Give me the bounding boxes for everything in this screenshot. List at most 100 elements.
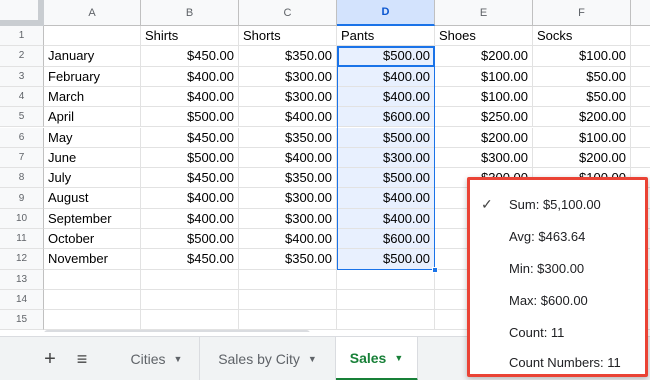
column-header-c[interactable]: C	[239, 0, 337, 26]
row-header-11[interactable]: 11	[0, 229, 44, 250]
table-cell[interactable]	[631, 148, 650, 169]
table-cell[interactable]: $500.00	[141, 147, 239, 169]
table-cell[interactable]: $300.00	[239, 208, 337, 229]
table-cell[interactable]	[631, 128, 650, 148]
table-cell[interactable]	[239, 289, 337, 311]
column-header-a[interactable]: A	[44, 0, 141, 26]
table-cell[interactable]	[631, 46, 650, 67]
table-cell[interactable]: February	[44, 66, 141, 87]
table-cell[interactable]: $400.00	[337, 208, 435, 229]
row-header-2[interactable]: 2	[0, 46, 44, 67]
table-cell[interactable]: $100.00	[533, 127, 631, 148]
menu-item-avg[interactable]: Avg: $463.64	[470, 221, 645, 251]
table-cell[interactable]	[337, 289, 435, 311]
table-cell[interactable]	[337, 310, 435, 331]
all-sheets-button[interactable]: ≡	[70, 347, 94, 371]
table-cell[interactable]: $500.00	[337, 46, 435, 67]
table-cell[interactable]: $400.00	[141, 208, 239, 229]
table-cell[interactable]: $50.00	[533, 66, 631, 87]
table-cell[interactable]: $400.00	[141, 66, 239, 87]
table-cell[interactable]: November	[44, 249, 141, 270]
table-cell[interactable]: $200.00	[533, 107, 631, 128]
table-cell[interactable]: $300.00	[239, 86, 337, 108]
row-header-7[interactable]: 7	[0, 147, 44, 169]
table-cell[interactable]: $600.00	[337, 107, 435, 128]
column-title-cell[interactable]	[44, 26, 141, 47]
table-cell[interactable]: $200.00	[533, 147, 631, 169]
table-cell[interactable]: $500.00	[337, 168, 435, 189]
table-cell[interactable]	[239, 310, 337, 331]
table-cell[interactable]: June	[44, 147, 141, 169]
table-cell[interactable]: $100.00	[533, 46, 631, 67]
menu-item-sum[interactable]: ✓ Sum: $5,100.00	[470, 189, 645, 219]
table-cell[interactable]: $350.00	[239, 127, 337, 148]
table-cell[interactable]	[337, 269, 435, 290]
fill-handle[interactable]	[432, 266, 438, 273]
row-header-3[interactable]: 3	[0, 66, 44, 87]
row-header-12[interactable]: 12	[0, 249, 44, 270]
table-cell[interactable]: $400.00	[141, 188, 239, 209]
select-all-corner[interactable]	[0, 0, 44, 26]
row-header-1[interactable]: 1	[0, 26, 44, 47]
table-cell[interactable]	[141, 289, 239, 311]
table-cell[interactable]: $500.00	[337, 249, 435, 270]
table-cell[interactable]: July	[44, 168, 141, 189]
column-title-cell[interactable]: Pants	[337, 26, 435, 47]
add-sheet-button[interactable]: +	[38, 347, 62, 371]
table-cell[interactable]: $350.00	[239, 168, 337, 189]
table-cell[interactable]: September	[44, 208, 141, 229]
table-cell[interactable]: $400.00	[337, 66, 435, 87]
column-title-cell[interactable]: Socks	[533, 26, 631, 47]
table-cell[interactable]: $400.00	[239, 229, 337, 250]
table-cell[interactable]: $500.00	[141, 229, 239, 250]
row-header-15[interactable]: 15	[0, 310, 44, 331]
row-header-9[interactable]: 9	[0, 188, 44, 209]
menu-item-count[interactable]: Count: 11	[470, 317, 645, 347]
row-header-14[interactable]: 14	[0, 289, 44, 311]
tab-sales[interactable]: Sales ▼	[336, 337, 418, 380]
table-cell[interactable]: $400.00	[239, 147, 337, 169]
table-cell[interactable]: $400.00	[239, 107, 337, 128]
table-cell[interactable]	[44, 289, 141, 311]
row-header-5[interactable]: 5	[0, 107, 44, 128]
menu-item-max[interactable]: Max: $600.00	[470, 285, 645, 315]
table-cell[interactable]: $450.00	[141, 249, 239, 270]
table-cell[interactable]: April	[44, 107, 141, 128]
column-header-b[interactable]: B	[141, 0, 239, 26]
table-cell[interactable]	[44, 269, 141, 290]
row-header-13[interactable]: 13	[0, 269, 44, 290]
column-header-extra[interactable]	[631, 0, 650, 26]
table-cell[interactable]: January	[44, 46, 141, 67]
table-cell[interactable]	[239, 269, 337, 290]
table-cell[interactable]: $400.00	[337, 86, 435, 108]
table-cell[interactable]: $50.00	[533, 86, 631, 108]
table-cell[interactable]: $500.00	[141, 107, 239, 128]
table-cell[interactable]	[141, 269, 239, 290]
table-cell[interactable]: $100.00	[435, 66, 533, 87]
table-cell[interactable]: $500.00	[337, 127, 435, 148]
table-cell[interactable]: $400.00	[141, 86, 239, 108]
row-header-8[interactable]: 8	[0, 168, 44, 189]
tab-cities[interactable]: Cities ▼	[114, 337, 200, 380]
column-header-d[interactable]: D	[337, 0, 435, 26]
table-cell[interactable]: $200.00	[435, 46, 533, 67]
table-cell[interactable]: $300.00	[337, 147, 435, 169]
table-cell[interactable]: $350.00	[239, 249, 337, 270]
table-cell[interactable]	[141, 310, 239, 331]
table-cell[interactable]: $300.00	[239, 66, 337, 87]
table-cell[interactable]	[631, 87, 650, 108]
table-cell[interactable]	[631, 107, 650, 128]
table-cell[interactable]	[44, 310, 141, 331]
table-cell[interactable]: $350.00	[239, 46, 337, 67]
column-header-f[interactable]: F	[533, 0, 631, 26]
table-cell[interactable]	[631, 67, 650, 87]
column-title-cell[interactable]: Shoes	[435, 26, 533, 47]
table-cell[interactable]: $450.00	[141, 46, 239, 67]
table-cell[interactable]: $300.00	[239, 188, 337, 209]
column-title-cell[interactable]: Shirts	[141, 26, 239, 47]
table-cell[interactable]: $450.00	[141, 127, 239, 148]
table-cell[interactable]: $400.00	[337, 188, 435, 209]
menu-item-count-numbers[interactable]: Count Numbers: 11	[470, 347, 645, 377]
table-cell[interactable]: $100.00	[435, 86, 533, 108]
row-header-4[interactable]: 4	[0, 86, 44, 108]
